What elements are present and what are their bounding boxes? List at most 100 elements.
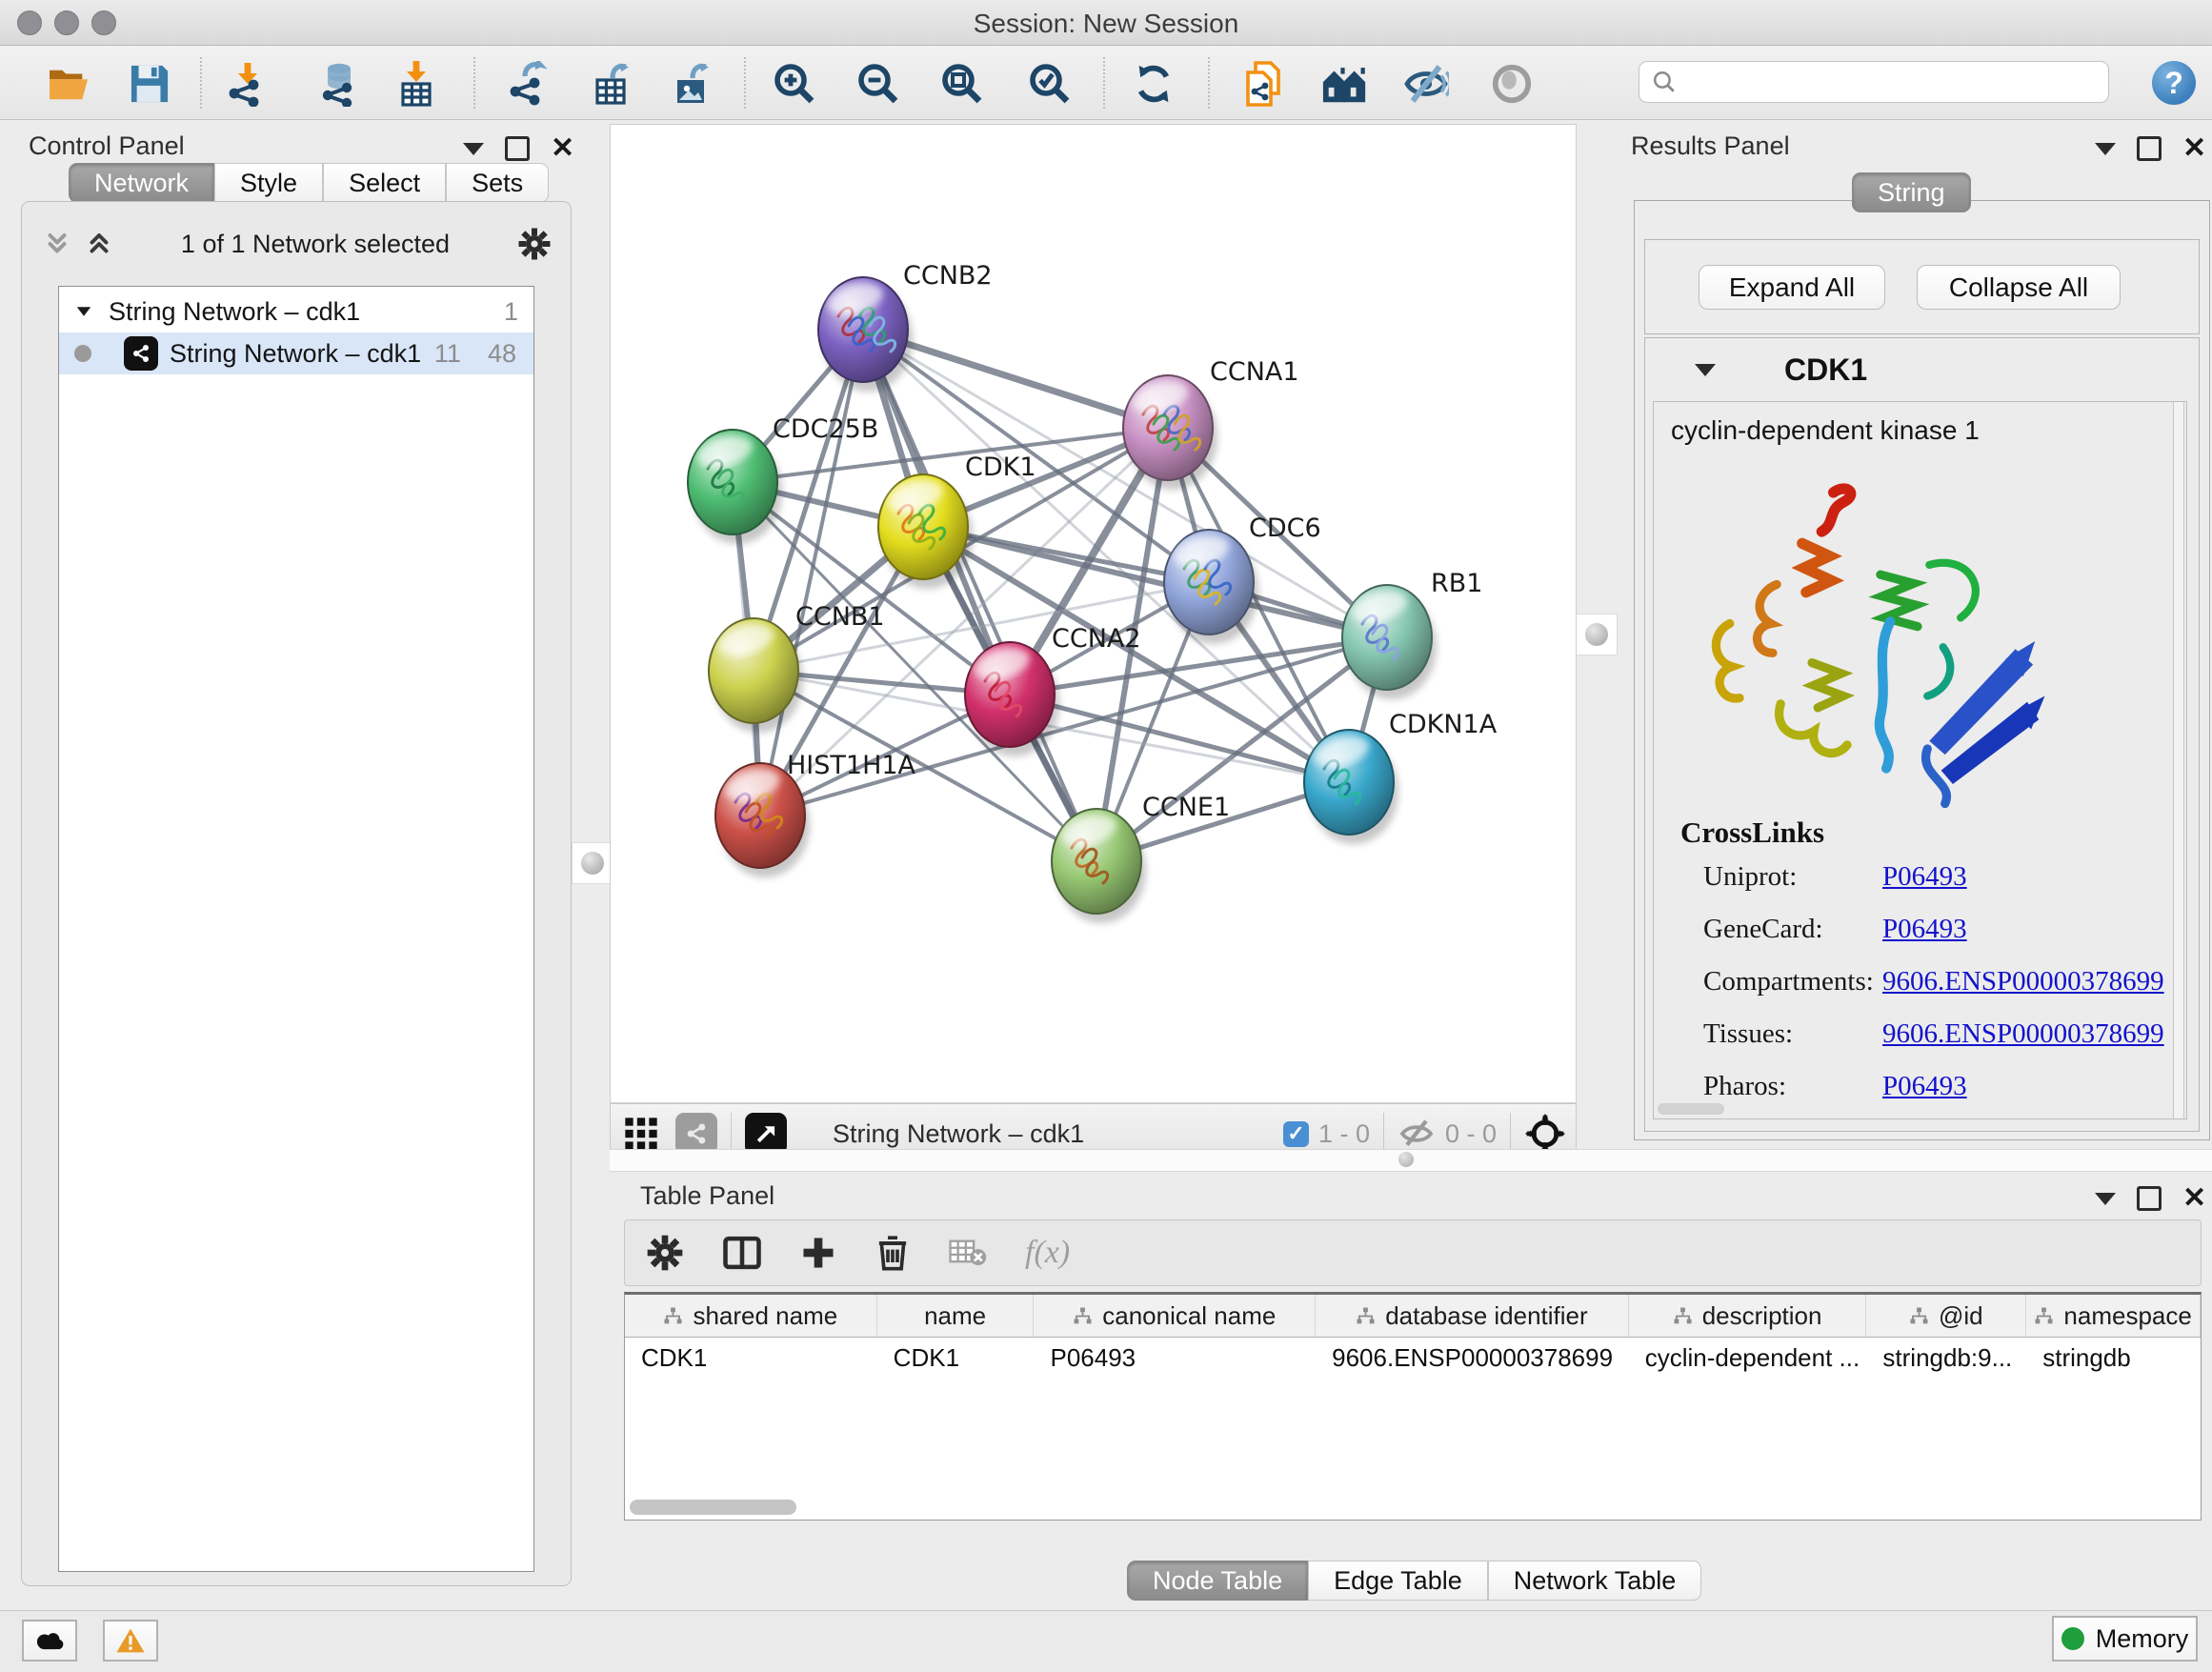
import-table-file-button[interactable] — [392, 59, 441, 109]
network-collection-row[interactable]: String Network – cdk1 1 — [59, 291, 533, 332]
panel-menu-icon[interactable] — [463, 143, 484, 155]
network-node-hist1h1a[interactable]: HIST1H1A — [715, 751, 916, 877]
panel-close-icon[interactable]: ✕ — [2182, 1189, 2206, 1208]
export-image-button[interactable] — [668, 59, 717, 109]
show-all-networks-button[interactable] — [1320, 59, 1370, 109]
toolbar-separator — [200, 57, 202, 109]
cloud-status-button[interactable] — [22, 1620, 77, 1662]
crosslink-link[interactable]: P06493 — [1882, 914, 1967, 945]
panel-menu-icon[interactable] — [2095, 143, 2116, 155]
delete-column-icon[interactable] — [875, 1234, 911, 1272]
export-table-button[interactable] — [588, 59, 637, 109]
node-label: CDKN1A — [1389, 710, 1498, 739]
grid-view-icon[interactable] — [622, 1115, 660, 1153]
tab-edge-table[interactable]: Edge Table — [1308, 1561, 1488, 1601]
export-network-button[interactable] — [504, 59, 553, 109]
tab-sets[interactable]: Sets — [446, 163, 549, 203]
zoom-selected-button[interactable] — [1025, 59, 1075, 109]
network-options-gear-icon[interactable] — [517, 227, 552, 261]
tab-style[interactable]: Style — [214, 163, 323, 203]
table-row[interactable]: CDK1CDK1P064939606.ENSP00000378699cyclin… — [625, 1338, 2201, 1378]
memory-button[interactable]: Memory — [2052, 1616, 2198, 1662]
zoom-fit-button[interactable] — [937, 59, 987, 109]
collection-expander-icon[interactable] — [72, 300, 95, 323]
left-splitter-handle[interactable] — [572, 842, 613, 884]
panel-menu-icon[interactable] — [2095, 1193, 2116, 1205]
crosslink-link[interactable]: 9606.ENSP00000378699 — [1882, 1018, 2164, 1050]
network-node-ccnb2[interactable]: CCNB2 — [818, 261, 993, 392]
results-vscroll-track[interactable] — [2173, 402, 2184, 1118]
crosslink-link[interactable]: 9606.ENSP00000378699 — [1882, 966, 2164, 997]
warning-status-button[interactable] — [103, 1620, 158, 1662]
network-edge[interactable] — [863, 330, 1096, 861]
panel-float-icon[interactable] — [2137, 136, 2162, 161]
create-column-icon[interactable] — [800, 1235, 836, 1271]
zoom-in-button[interactable] — [770, 59, 819, 109]
crosslink-link[interactable]: P06493 — [1882, 1071, 1967, 1102]
network-node-cdc6[interactable]: CDC6 — [1164, 514, 1321, 644]
crosslink-link[interactable]: P06493 — [1882, 861, 1967, 893]
network-node-cdc25b[interactable]: CDC25B — [688, 414, 878, 544]
node-label: CDC6 — [1249, 514, 1321, 543]
table-options-gear-icon[interactable] — [646, 1234, 684, 1272]
column-header-namespace[interactable]: namespace — [2026, 1295, 2201, 1337]
apply-layout-button[interactable] — [1129, 59, 1178, 109]
panel-float-icon[interactable] — [505, 136, 530, 161]
cdk1-section-header[interactable]: CDK1 — [1645, 338, 2199, 401]
right-splitter-handle[interactable] — [1576, 614, 1618, 655]
horizontal-splitter-handle[interactable] — [1398, 1152, 1414, 1167]
hidden-eye-icon[interactable] — [1398, 1115, 1436, 1153]
zoom-out-button[interactable] — [854, 59, 903, 109]
app-window: Session: New Session — [0, 0, 2212, 1671]
crosslink-label: Compartments: — [1703, 966, 1882, 997]
network-node-ccnb1[interactable]: CCNB1 — [709, 602, 885, 733]
column-header-canonical-name[interactable]: canonical name — [1034, 1295, 1316, 1337]
collapse-all-icon[interactable] — [43, 230, 71, 258]
tab-network-table[interactable]: Network Table — [1488, 1561, 1702, 1601]
node-label: CCNA2 — [1052, 624, 1141, 654]
tab-node-table[interactable]: Node Table — [1127, 1561, 1308, 1601]
copy-network-button[interactable] — [1238, 59, 1288, 109]
section-expander-icon[interactable] — [1695, 364, 1716, 376]
network-row-selected[interactable]: String Network – cdk1 11 48 — [59, 332, 533, 374]
panel-close-icon[interactable]: ✕ — [2182, 139, 2206, 158]
network-node-cdkn1a[interactable]: CDKN1A — [1304, 710, 1498, 844]
import-network-database-button[interactable] — [314, 59, 364, 109]
collapse-all-button[interactable]: Collapse All — [1917, 265, 2121, 310]
panel-close-icon[interactable]: ✕ — [551, 139, 574, 158]
main-toolbar: ? — [0, 46, 2212, 120]
crosslink-label: GeneCard: — [1703, 914, 1882, 945]
import-network-file-button[interactable] — [223, 59, 272, 109]
control-panel-tabs: Network Style Select Sets — [69, 163, 549, 203]
network-node-ccne1[interactable]: CCNE1 — [1052, 793, 1230, 923]
hide-selected-button[interactable] — [1401, 59, 1451, 109]
table-cell: cyclin-dependent ... — [1629, 1338, 1867, 1378]
table-cell: stringdb — [2026, 1338, 2201, 1378]
column-header-description[interactable]: description — [1629, 1295, 1867, 1337]
search-field[interactable] — [1639, 61, 2109, 103]
tab-network[interactable]: Network — [69, 163, 214, 203]
network-view-title: String Network – cdk1 — [833, 1119, 1084, 1149]
crosslink-label: Pharos: — [1703, 1071, 1882, 1102]
panel-float-icon[interactable] — [2137, 1186, 2162, 1211]
results-hscroll-thumb[interactable] — [1658, 1103, 1724, 1115]
expand-all-icon[interactable] — [85, 230, 113, 258]
results-tab-string[interactable]: String — [1852, 172, 1971, 212]
show-columns-icon[interactable] — [722, 1235, 762, 1271]
network-node-rb1[interactable]: RB1 — [1342, 569, 1482, 699]
open-session-button[interactable] — [45, 59, 94, 109]
column-header--id[interactable]: @id — [1866, 1295, 2026, 1337]
save-session-button[interactable] — [125, 59, 174, 109]
column-header-database-identifier[interactable]: database identifier — [1316, 1295, 1629, 1337]
help-button[interactable]: ? — [2152, 61, 2196, 105]
tab-select[interactable]: Select — [323, 163, 446, 203]
column-header-name[interactable]: name — [877, 1295, 1035, 1337]
expand-all-button[interactable]: Expand All — [1699, 265, 1885, 310]
network-graph[interactable]: CCNB2CCNA1CDC25BCDK1CDC6RB1CCNB1CCNA2CDK… — [611, 125, 1576, 1102]
network-canvas[interactable]: CCNB2CCNA1CDC25BCDK1CDC6RB1CCNB1CCNA2CDK… — [610, 124, 1577, 1103]
table-toolbar: f(x) — [624, 1219, 2202, 1286]
selected-checkbox-icon[interactable]: ✓ — [1283, 1121, 1309, 1147]
search-input[interactable] — [1678, 67, 2108, 98]
column-header-shared-name[interactable]: shared name — [625, 1295, 877, 1337]
table-hscroll-thumb[interactable] — [630, 1500, 796, 1515]
